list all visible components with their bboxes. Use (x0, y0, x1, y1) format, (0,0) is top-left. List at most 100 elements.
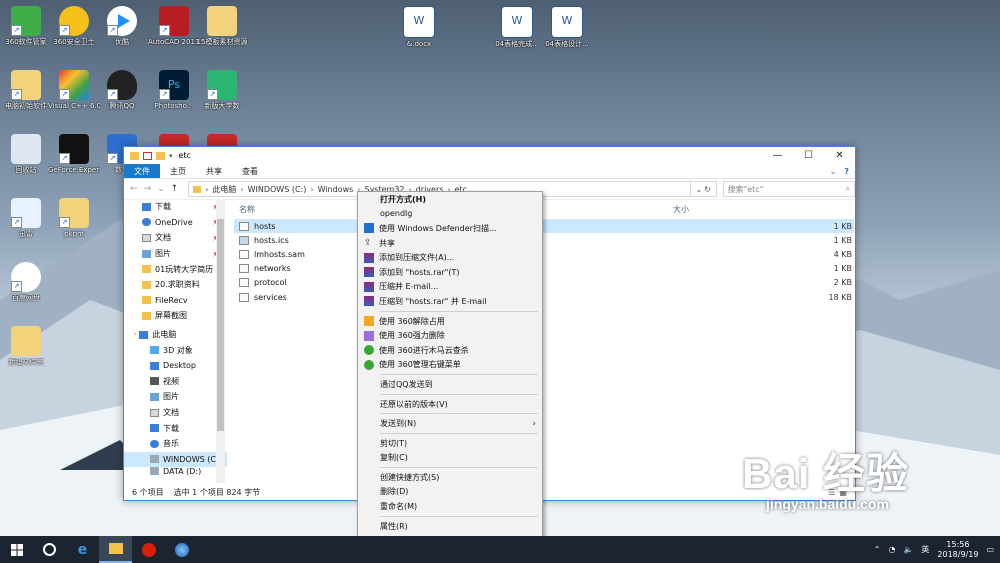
nav-item-documents[interactable]: 文档 (124, 405, 227, 421)
nav-item-music[interactable]: 音乐 (124, 436, 227, 452)
desktop-icon-qq[interactable]: ↗ 腾讯QQ (96, 70, 148, 111)
forward-arrow-icon[interactable]: → (144, 184, 152, 194)
menu-properties[interactable]: 属性(R) (358, 519, 542, 534)
desktop-icon-doc-04a[interactable]: W 04表格完成... (491, 6, 543, 49)
desktop-icon-autocad[interactable]: ↗ AutoCAD 2011 - S... (148, 6, 200, 47)
minimize-button[interactable]: — (762, 147, 793, 164)
menu-360-force-delete[interactable]: 使用 360强力删除 (358, 328, 542, 343)
desktop-icon-xunlei[interactable]: ↗ 迅雷 (0, 198, 52, 239)
back-arrow-icon[interactable]: ← (130, 184, 138, 194)
nav-item-documents-pinned[interactable]: 文档📌 (124, 230, 227, 246)
file-row-protocol[interactable]: protocol 2 KB (234, 276, 854, 290)
file-row-networks[interactable]: networks 1 KB (234, 262, 854, 276)
menu-opendlg[interactable]: opendlg (358, 207, 542, 222)
menu-add-to-archive[interactable]: 添加到压缩文件(A)... (358, 250, 542, 265)
file-row-services[interactable]: services 18 KB (234, 290, 854, 304)
nav-item-pictures-pinned[interactable]: 图片📌 (124, 246, 227, 262)
file-row-hosts[interactable]: hosts 1 KB (234, 219, 854, 234)
up-arrow-icon[interactable]: ↑ (171, 184, 179, 194)
nav-item-job-folder[interactable]: 20.求职资料 (124, 277, 227, 293)
file-row-hosts-ics[interactable]: hosts.ics 1 KB (234, 233, 854, 247)
taskbar-file-explorer[interactable] (99, 536, 132, 563)
menu-send-via-qq[interactable]: 通过QQ发送到 (358, 377, 542, 392)
tab-home[interactable]: 主页 (160, 164, 196, 178)
menu-restore-versions[interactable]: 还原以前的版本(V) (358, 397, 542, 412)
ribbon-expand-icon[interactable]: ⌄ (830, 167, 837, 176)
column-header-size[interactable]: 大小 (673, 204, 689, 215)
nav-item-filerecv[interactable]: FileRecv (124, 293, 227, 309)
network-icon[interactable]: ◔ (888, 545, 895, 554)
menu-open-with[interactable]: 打开方式(H) (358, 192, 542, 207)
menu-defender-scan[interactable]: 使用 Windows Defender扫描... (358, 221, 542, 236)
column-header-name[interactable]: 名称 (239, 204, 255, 215)
file-row-lmhosts[interactable]: lmhosts.sam 4 KB (234, 247, 854, 261)
desktop-icon-docx[interactable]: W &.docx (393, 6, 445, 49)
desktop-icon-templates[interactable]: 15模板素材资源 (196, 6, 248, 47)
desktop-icon-360-security[interactable]: ↗ 360安全卫士 (48, 6, 100, 47)
nav-item-downloads[interactable]: 下载 (124, 420, 227, 436)
tab-file[interactable]: 文件 (124, 164, 160, 178)
menu-delete[interactable]: 删除(D) (358, 485, 542, 500)
menu-360-manage-context[interactable]: 使用 360管理右键菜单 (358, 358, 542, 373)
nav-item-videos[interactable]: 视频 (124, 374, 227, 390)
menu-360-trojan-scan[interactable]: 使用 360进行木马云查杀 (358, 343, 542, 358)
tab-share[interactable]: 共享 (196, 164, 232, 178)
menu-cut[interactable]: 剪切(T) (358, 436, 542, 451)
breadcrumb-drive-c[interactable]: WINDOWS (C:) (248, 185, 307, 194)
nav-item-this-pc[interactable]: › 此电脑 (124, 327, 227, 343)
nav-item-3d-objects[interactable]: 3D 对象 (124, 342, 227, 358)
desktop-icon-360-software[interactable]: ↗ 360软件管家 (0, 6, 52, 47)
nav-pane-scrollbar[interactable] (216, 199, 225, 483)
taskbar-netease-music[interactable] (132, 536, 165, 563)
expand-chevron-icon[interactable]: › (134, 331, 136, 338)
close-button[interactable]: ✕ (824, 147, 855, 164)
menu-360-unlock[interactable]: 使用 360解除占用 (358, 314, 542, 329)
desktop-icon-geforce[interactable]: ↗ GeForce Experience (48, 134, 100, 175)
volume-icon[interactable]: 🔈 (903, 545, 913, 554)
desktop-icon-new-folder[interactable]: 新建文件夹 (0, 326, 52, 367)
nav-item-drive-c[interactable]: WINDOWS (C:) (124, 451, 227, 468)
nav-item-resume-folder[interactable]: 01玩转大学简历 (124, 261, 227, 277)
breadcrumb-windows[interactable]: Windows (318, 185, 354, 194)
taskbar-edge[interactable]: e (66, 536, 99, 563)
nav-item-screenshots[interactable]: 屏幕截图 (124, 308, 227, 324)
maximize-button[interactable]: ☐ (793, 147, 824, 164)
customize-dropdown-icon[interactable]: ▾ (169, 152, 173, 160)
nav-item-drive-d[interactable]: DATA (D:) (124, 467, 227, 476)
recent-dropdown-icon[interactable]: ⌄ (157, 184, 165, 194)
nav-item-pictures[interactable]: 图片 (124, 389, 227, 405)
menu-share[interactable]: ⇪ 共享 (358, 236, 542, 251)
menu-compress-email[interactable]: 压缩并 E-mail... (358, 280, 542, 295)
menu-create-shortcut[interactable]: 创建快捷方式(S) (358, 470, 542, 485)
nav-item-desktop[interactable]: Desktop (124, 358, 227, 374)
nav-item-onedrive[interactable]: OneDrive📌 (124, 215, 227, 231)
desktop-icon-photoshop[interactable]: Ps ↗ Photosho... (148, 70, 200, 111)
address-dropdown-icon[interactable]: ⌄ (695, 185, 702, 194)
search-box[interactable]: 搜索"etc" ⌕ (722, 181, 855, 197)
menu-copy[interactable]: 复制(C) (358, 451, 542, 466)
menu-rename[interactable]: 重命名(M) (358, 499, 542, 514)
desktop-icon-baidu-netdisk[interactable]: ↗ 百度网盘 (0, 262, 52, 303)
properties-icon[interactable] (143, 151, 152, 160)
start-button[interactable] (0, 536, 33, 563)
desktop-icon-visual-cpp[interactable]: ↗ Visual C++ 6.0 (48, 70, 100, 111)
menu-compress-hosts-email[interactable]: 压缩到 "hosts.rar" 并 E-mail (358, 294, 542, 309)
refresh-icon[interactable]: ↻ (704, 185, 711, 194)
new-folder-icon[interactable] (156, 151, 165, 160)
desktop-icon-pkpm[interactable]: ↗ pkpm (48, 198, 100, 239)
cortana-button[interactable] (33, 536, 66, 563)
tab-view[interactable]: 查看 (232, 164, 268, 178)
breadcrumb-this-pc[interactable]: 此电脑 (212, 184, 236, 195)
nav-item-downloads-pinned[interactable]: 下载📌 (124, 199, 227, 215)
notification-center-icon[interactable]: ▭ (986, 545, 994, 554)
desktop-icon-initial-software[interactable]: ↗ 电脑初始软件 (0, 70, 52, 111)
desktop-icon-youku[interactable]: ↗ 优酷 (96, 6, 148, 47)
clock[interactable]: 15:56 2018/9/19 (937, 540, 978, 560)
desktop-icon-recycle-bin[interactable]: 回收站 (0, 134, 52, 175)
menu-add-to-hosts-rar[interactable]: 添加到 "hosts.rar"(T) (358, 265, 542, 280)
desktop-icon-math[interactable]: ↗ 新版大学数 (196, 70, 248, 111)
menu-send-to[interactable]: 发送到(N) › (358, 416, 542, 431)
taskbar-app[interactable] (165, 536, 198, 563)
scrollbar-thumb[interactable] (217, 219, 224, 431)
tray-expand-icon[interactable]: ⌃ (874, 545, 881, 554)
